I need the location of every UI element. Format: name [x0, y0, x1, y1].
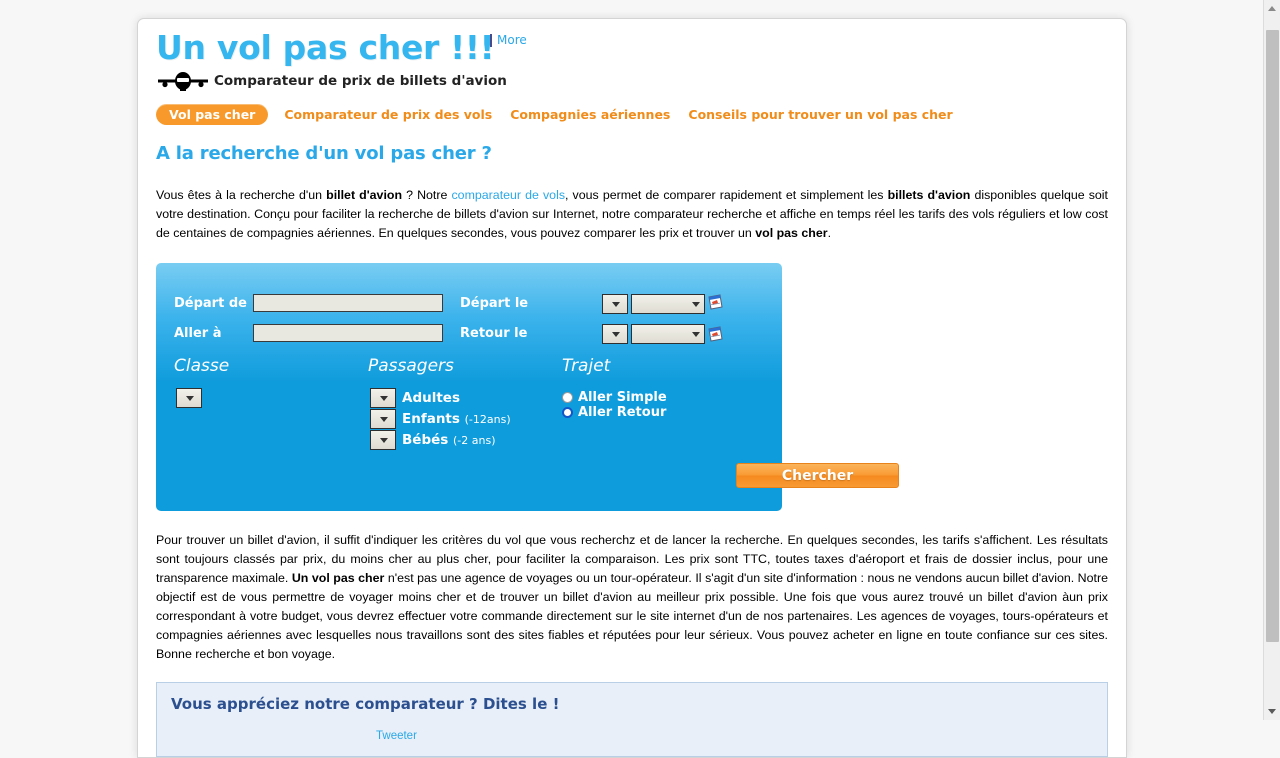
- scroll-down-arrow-icon[interactable]: [1264, 703, 1280, 720]
- logo-tagline-row: Comparateur de prix de billets d'avion: [156, 70, 1108, 92]
- nav-item-vol-pas-cher[interactable]: Vol pas cher: [156, 104, 269, 125]
- intro-bold-3: vol pas cher: [755, 226, 828, 240]
- share-divider: [490, 33, 492, 47]
- nav-item-compagnies-aeriennes[interactable]: Compagnies aériennes: [508, 105, 672, 124]
- retour-le-label: Retour le: [460, 326, 528, 341]
- adultes-label: Adultes: [402, 390, 460, 406]
- bebes-label: Bébés (-2 ans): [402, 432, 496, 448]
- nav-item-comparateur-prix-vols[interactable]: Comparateur de prix des vols: [282, 105, 494, 124]
- radio-dot-aller-simple[interactable]: [562, 392, 573, 403]
- passagers-group-title: Passagers: [368, 356, 454, 376]
- airplane-front-icon: [158, 72, 208, 91]
- tweet-row: Tweeter: [171, 727, 1093, 742]
- adultes-label-text: Adultes: [402, 390, 460, 406]
- detail-bold-1: Un vol pas cher: [291, 571, 385, 585]
- share-box-heading: Vous appréciez notre comparateur ? Dites…: [171, 695, 560, 713]
- radio-aller-simple[interactable]: Aller Simple: [562, 390, 667, 405]
- detail-paragraph: Pour trouver un billet d'avion, il suffi…: [156, 531, 1108, 664]
- comparateur-de-vols-link[interactable]: comparateur de vols: [451, 188, 565, 202]
- classe-select[interactable]: [176, 388, 202, 408]
- retour-day-select[interactable]: [602, 324, 628, 344]
- flight-search-form: Départ de Aller à Départ le Retour le Cl…: [156, 263, 782, 511]
- adultes-select[interactable]: [370, 388, 396, 408]
- depart-de-label: Départ de: [174, 296, 247, 311]
- share-more-widget[interactable]: More: [490, 33, 527, 47]
- main-navigation: Vol pas cher Comparateur de prix des vol…: [156, 101, 1108, 129]
- chevron-down-icon: [612, 332, 620, 337]
- chevron-down-icon: [692, 302, 700, 307]
- trajet-group-title: Trajet: [562, 356, 611, 376]
- intro-text-1: Vous êtes à la recherche d'un: [156, 188, 327, 202]
- enfants-label: Enfants (-12ans): [402, 411, 511, 427]
- site-header: Un vol pas cher !!! Comparateur de prix …: [156, 19, 1108, 101]
- intro-paragraph: Vous êtes à la recherche d'un billet d'a…: [156, 186, 1108, 243]
- site-tagline: Comparateur de prix de billets d'avion: [214, 73, 507, 89]
- scroll-up-arrow-icon[interactable]: [1264, 0, 1280, 17]
- chevron-down-icon: [380, 417, 388, 422]
- chevron-down-icon: [380, 438, 388, 443]
- site-logo-title[interactable]: Un vol pas cher !!!: [156, 31, 1108, 64]
- chercher-submit-button[interactable]: Chercher: [736, 463, 899, 488]
- intro-text-2: ? Notre: [402, 188, 452, 202]
- radio-aller-retour[interactable]: Aller Retour: [562, 405, 666, 420]
- classe-group-title: Classe: [174, 356, 230, 376]
- depart-de-input[interactable]: [253, 294, 443, 312]
- aller-a-input[interactable]: [253, 324, 443, 342]
- calendar-picker-icon-depart[interactable]: [707, 294, 724, 311]
- enfants-select[interactable]: [370, 409, 396, 429]
- aller-a-label: Aller à: [174, 326, 222, 341]
- enfants-age-note: (-12ans): [464, 413, 511, 426]
- page-container: Un vol pas cher !!! Comparateur de prix …: [137, 18, 1127, 758]
- intro-text-3: , vous permet de comparer rapidement et …: [565, 188, 888, 202]
- depart-le-label: Départ le: [460, 296, 529, 311]
- nav-item-conseils[interactable]: Conseils pour trouver un vol pas cher: [686, 105, 954, 124]
- scrollbar-thumb[interactable]: [1266, 30, 1279, 642]
- retour-month-select[interactable]: [631, 324, 705, 344]
- radio-label-aller-retour: Aller Retour: [578, 405, 667, 420]
- browser-scrollbar[interactable]: [1263, 0, 1280, 720]
- depart-day-select[interactable]: [602, 294, 628, 314]
- calendar-picker-icon-retour[interactable]: [707, 326, 724, 343]
- chevron-down-icon: [612, 302, 620, 307]
- chevron-down-icon: [186, 396, 194, 401]
- page-title: A la recherche d'un vol pas cher ?: [156, 143, 492, 164]
- bebes-select[interactable]: [370, 430, 396, 450]
- radio-dot-aller-retour[interactable]: [562, 407, 573, 418]
- intro-bold-2: billets d'avion: [887, 188, 971, 202]
- chevron-down-icon: [692, 332, 700, 337]
- bebes-label-text: Bébés: [402, 432, 449, 448]
- share-more-link[interactable]: More: [497, 33, 527, 47]
- bebes-age-note: (-2 ans): [453, 434, 496, 447]
- radio-label-aller-simple: Aller Simple: [578, 390, 667, 405]
- intro-bold-1: billet d'avion: [326, 188, 403, 202]
- enfants-label-text: Enfants: [402, 411, 460, 427]
- tweeter-link[interactable]: Tweeter: [376, 730, 417, 742]
- depart-month-select[interactable]: [631, 294, 705, 314]
- chevron-down-icon: [380, 396, 388, 401]
- intro-text-5: .: [827, 226, 832, 240]
